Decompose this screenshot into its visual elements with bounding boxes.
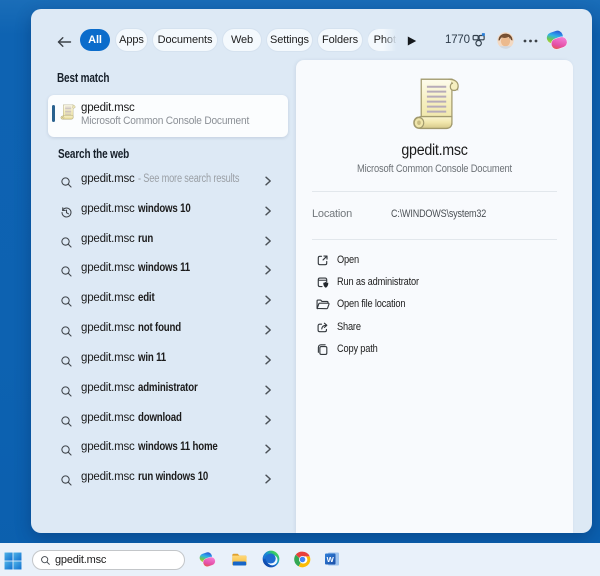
svg-text:W: W: [327, 555, 335, 564]
